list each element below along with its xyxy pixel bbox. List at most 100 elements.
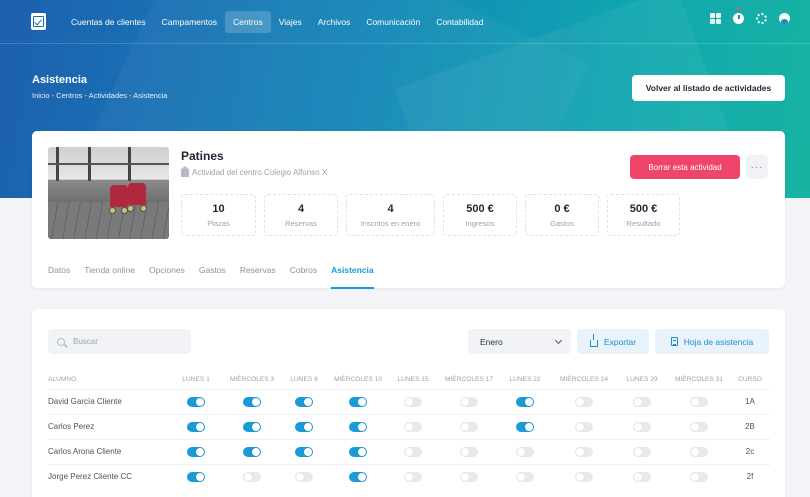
gear-icon[interactable] [756,13,767,24]
attendance-toggle[interactable] [690,446,708,457]
tab-tienda-online[interactable]: Tienda online [84,265,135,289]
month-select[interactable]: Enero [468,329,571,354]
student-course: 2c [730,438,770,464]
attendance-toggle[interactable] [404,446,422,457]
attendance-cell [668,438,730,464]
attendance-toggle[interactable] [516,471,534,482]
attendance-toggle[interactable] [575,446,593,457]
attendance-toggle[interactable] [404,471,422,482]
back-to-activities-button[interactable]: Volver al listado de actividades [632,75,785,101]
attendance-toggle[interactable] [187,471,205,482]
menu-item-comunicacion[interactable]: Comunicación [358,11,428,33]
attendance-toggle[interactable] [575,471,593,482]
attendance-toggle[interactable] [516,446,534,457]
menu-item-campamentos[interactable]: Campamentos [154,11,225,33]
attendance-toggle[interactable] [404,421,422,432]
attendance-toggle[interactable] [690,396,708,407]
attendance-cell [552,463,616,489]
attendance-cell [440,388,498,414]
attendance-toggle[interactable] [690,421,708,432]
attendance-toggle[interactable] [295,396,313,407]
tab-opciones[interactable]: Opciones [149,265,185,289]
breadcrumb[interactable]: Inicio - Centros - Actividades - Asisten… [32,91,167,100]
clock-icon[interactable] [733,7,744,24]
column-header-student: ALUMNO [48,376,77,384]
attendance-table: ALUMNO LUNES 1 MIÉRCOLES 3 LUNES 8 MIÉRC… [48,371,770,489]
attendance-toggle[interactable] [295,471,313,482]
table-row: David García Cliente 1A [48,388,770,414]
menu-item-cuentas[interactable]: Cuentas de clientes [63,11,154,33]
search-input[interactable] [73,337,173,346]
attendance-cell [226,438,278,464]
attendance-cell [330,388,386,414]
attendance-toggle[interactable] [295,421,313,432]
attendance-table-body: David García Cliente 1A Carlos Perez 2B Carl… [48,388,770,489]
attendance-cell [552,438,616,464]
attendance-toggle[interactable] [633,396,651,407]
attendance-toggle[interactable] [187,421,205,432]
menu-item-archivos[interactable]: Archivos [310,11,359,33]
chevron-down-icon [554,336,563,344]
page-title: Asistencia [32,74,88,86]
user-icon[interactable] [779,13,790,24]
attendance-cell [668,463,730,489]
attendance-cell [386,463,440,489]
tab-datos[interactable]: Datos [48,265,70,289]
delete-activity-button[interactable]: Borrar esta actividad [630,155,740,179]
activity-name: Patines [181,149,224,163]
attendance-toggle[interactable] [633,446,651,457]
attendance-toggle[interactable] [460,396,478,407]
attendance-toggle[interactable] [633,421,651,432]
export-button[interactable]: Exportar [577,329,649,354]
attendance-cell [226,463,278,489]
attendance-sheet-button[interactable]: Hoja de asistencia [655,329,769,354]
attendance-toggle[interactable] [460,446,478,457]
attendance-cell [330,463,386,489]
attendance-cell [278,438,330,464]
attendance-cell [668,413,730,439]
attendance-toggle[interactable] [243,421,261,432]
activity-subtitle-text: Actividad del centro Colegio Alfonso X [192,168,328,177]
student-name: Jorge Perez Cliente CC [48,463,166,489]
column-header-day: LUNES 15 [397,376,429,384]
attendance-cell [616,463,668,489]
tab-gastos[interactable]: Gastos [199,265,226,289]
attendance-toggle[interactable] [243,471,261,482]
attendance-toggle[interactable] [460,421,478,432]
menu-item-contabilidad[interactable]: Contabilidad [428,11,491,33]
export-button-label: Exportar [603,336,637,347]
menu-item-centros[interactable]: Centros [224,11,271,33]
attendance-toggle[interactable] [349,421,367,432]
attendance-toggle[interactable] [295,446,313,457]
attendance-toggle[interactable] [690,471,708,482]
attendance-toggle[interactable] [187,446,205,457]
attendance-toggle[interactable] [349,446,367,457]
attendance-toggle[interactable] [243,396,261,407]
more-options-button[interactable]: ··· [746,155,768,179]
attendance-toggle[interactable] [349,396,367,407]
app-logo-icon[interactable] [31,13,46,30]
attendance-cell [498,388,552,414]
attendance-toggle[interactable] [575,421,593,432]
attendance-toggle[interactable] [575,396,593,407]
attendance-toggle[interactable] [404,396,422,407]
tab-asistencia[interactable]: Asistencia [331,265,374,289]
attendance-toggle[interactable] [243,446,261,457]
table-row: Carlos Arona Cliente 2c [48,438,770,464]
tab-cobros[interactable]: Cobros [290,265,317,289]
top-nav: Cuentas de clientes Campamentos Centros … [0,0,810,44]
attendance-toggle[interactable] [516,421,534,432]
attendance-toggle[interactable] [349,471,367,482]
attendance-toggle[interactable] [460,471,478,482]
attendance-cell [386,413,440,439]
grid-icon[interactable] [710,13,721,24]
stat-resultado: 500 € Resultado [607,194,680,236]
column-header-day: MIÉRCOLES 31 [674,376,723,384]
menu-item-viajes[interactable]: Viajes [271,11,310,33]
attendance-toggle[interactable] [633,471,651,482]
search-box[interactable] [48,329,191,354]
attendance-toggle[interactable] [187,396,205,407]
attendance-toggle[interactable] [516,396,534,407]
attendance-cell [552,388,616,414]
tab-reservas[interactable]: Reservas [240,265,276,289]
